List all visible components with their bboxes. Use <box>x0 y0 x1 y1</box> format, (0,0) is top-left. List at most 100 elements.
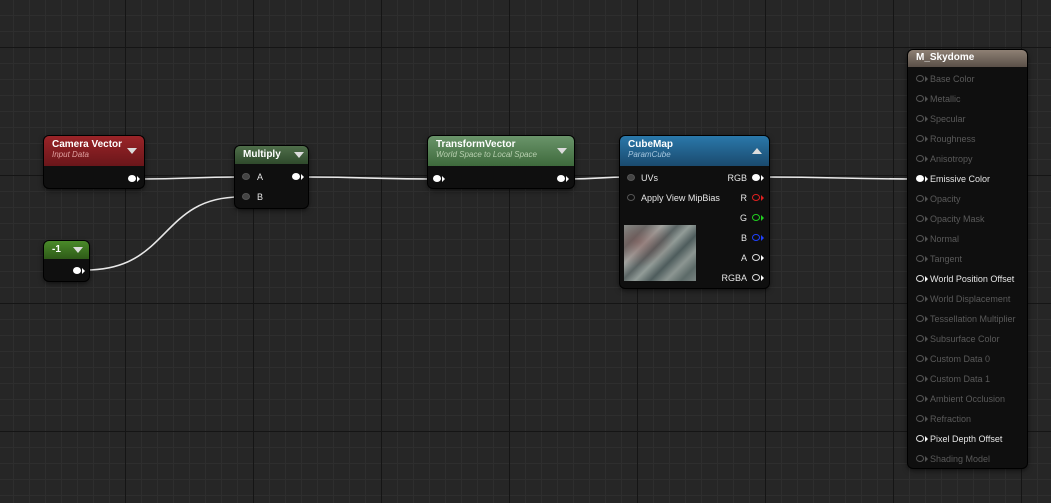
material-pin-label-opacity-mask: Opacity Mask <box>930 214 985 224</box>
material-pin-ambient-occlusion[interactable] <box>916 395 924 402</box>
material-pin-normal[interactable] <box>916 235 924 242</box>
input-arrow-icon <box>925 96 928 102</box>
input-arrow-icon <box>925 396 928 402</box>
cubemap-rgba-pin[interactable] <box>752 274 760 281</box>
multiply-node[interactable]: Multiply A B <box>235 146 308 208</box>
cubemap-b-pin[interactable] <box>752 234 760 241</box>
material-pin-custom-data-0[interactable] <box>916 355 924 362</box>
material-pin-specular[interactable] <box>916 115 924 122</box>
multiply-title: Multiply <box>243 149 281 160</box>
constant-value: -1 <box>52 244 61 255</box>
wire-constant-to-multiply-b <box>85 196 241 271</box>
constant-node[interactable]: -1 <box>44 241 89 281</box>
input-arrow-icon <box>925 236 928 242</box>
input-arrow-icon <box>925 376 928 382</box>
cubemap-mipbias-pin[interactable] <box>627 194 635 201</box>
transform-vector-input-pin[interactable] <box>433 175 441 182</box>
material-pin-subsurface-color[interactable] <box>916 335 924 342</box>
input-arrow-icon <box>925 276 928 282</box>
material-pin-label-base-color: Base Color <box>930 74 975 84</box>
transform-vector-header[interactable]: TransformVector World Space to Local Spa… <box>428 136 574 166</box>
transform-vector-subtitle: World Space to Local Space <box>436 150 537 159</box>
wire-cubemap-to-emissive <box>763 176 919 180</box>
connection-wires <box>85 176 919 271</box>
output-arrow-icon <box>761 235 764 241</box>
material-pin-label-opacity: Opacity <box>930 194 961 204</box>
material-pin-shading-model[interactable] <box>916 455 924 462</box>
material-pin-pixel-depth-offset[interactable] <box>916 435 924 442</box>
cubemap-subtitle: ParamCube <box>628 150 671 159</box>
camera-vector-title: Camera Vector <box>52 139 123 150</box>
cubemap-b-label: B <box>740 233 747 243</box>
cubemap-uvs-pin[interactable] <box>627 174 635 181</box>
material-pin-anisotropy[interactable] <box>916 155 924 162</box>
material-pin-refraction[interactable] <box>916 415 924 422</box>
material-pin-label-refraction: Refraction <box>930 414 972 424</box>
collapse-arrow-icon[interactable] <box>294 152 304 158</box>
material-pin-tessellation-multiplier[interactable] <box>916 315 924 322</box>
material-pin-label-world-position-offset: World Position Offset <box>930 274 1015 284</box>
wire-camera-to-multiply-a <box>140 176 241 180</box>
cubemap-node[interactable]: CubeMap ParamCube UVs Apply View MipBias… <box>620 136 769 288</box>
collapse-arrow-icon[interactable] <box>73 247 83 253</box>
input-arrow-icon <box>925 136 928 142</box>
collapse-arrow-icon[interactable] <box>557 148 567 154</box>
cubemap-a-label: A <box>740 253 747 263</box>
cubemap-r-pin[interactable] <box>752 194 760 201</box>
material-header[interactable]: M_Skydome <box>908 50 1027 67</box>
input-arrow-icon <box>925 176 928 182</box>
transform-vector-output-pin[interactable] <box>557 175 565 182</box>
material-pin-custom-data-1[interactable] <box>916 375 924 382</box>
input-arrow-icon <box>925 356 928 362</box>
cubemap-rgb-pin[interactable] <box>752 174 760 181</box>
material-pin-opacity[interactable] <box>916 195 924 202</box>
cubemap-header[interactable]: CubeMap ParamCube <box>620 136 769 166</box>
material-pin-label-anisotropy: Anisotropy <box>930 154 973 164</box>
material-pin-metallic[interactable] <box>916 95 924 102</box>
cubemap-mipbias-label: Apply View MipBias <box>641 193 720 203</box>
camera-vector-output-pin[interactable] <box>128 175 136 182</box>
material-pin-world-position-offset[interactable] <box>916 275 924 282</box>
material-pin-world-displacement[interactable] <box>916 295 924 302</box>
material-pin-tangent[interactable] <box>916 255 924 262</box>
input-arrow-icon <box>925 76 928 82</box>
collapse-arrow-icon[interactable] <box>127 148 137 154</box>
multiply-header[interactable]: Multiply <box>235 146 308 164</box>
multiply-input-a-pin[interactable] <box>242 173 250 180</box>
transform-vector-node[interactable]: TransformVector World Space to Local Spa… <box>428 136 574 188</box>
constant-header[interactable]: -1 <box>44 241 89 259</box>
cubemap-rgb-label: RGB <box>727 173 747 183</box>
cubemap-a-pin[interactable] <box>752 254 760 261</box>
wire-multiply-to-transform <box>304 176 433 180</box>
collapse-arrow-icon[interactable] <box>752 148 762 154</box>
camera-vector-subtitle: Input Data <box>52 150 89 159</box>
material-pin-opacity-mask[interactable] <box>916 215 924 222</box>
multiply-output-pin[interactable] <box>292 173 300 180</box>
input-arrow-icon <box>925 456 928 462</box>
output-arrow-icon <box>761 195 764 201</box>
camera-vector-node[interactable]: Camera Vector Input Data <box>44 136 144 188</box>
output-arrow-icon <box>761 275 764 281</box>
material-pin-base-color[interactable] <box>916 75 924 82</box>
material-pin-label-custom-data-1: Custom Data 1 <box>930 374 991 384</box>
output-arrow-icon <box>761 175 764 181</box>
material-pin-label-metallic: Metallic <box>930 94 961 104</box>
input-arrow-icon <box>925 196 928 202</box>
material-result-node[interactable]: M_Skydome Base Color Metallic Specular Roug… <box>908 50 1027 468</box>
output-arrow-icon <box>137 176 140 182</box>
cubemap-g-pin[interactable] <box>752 214 760 221</box>
input-arrow-icon <box>925 156 928 162</box>
input-arrow-icon <box>925 416 928 422</box>
material-pin-emissive-color[interactable] <box>916 175 924 182</box>
output-arrow-icon <box>82 268 85 274</box>
input-arrow-icon <box>925 256 928 262</box>
material-pin-label-tangent: Tangent <box>930 254 963 264</box>
material-pin-roughness[interactable] <box>916 135 924 142</box>
cubemap-title: CubeMap <box>628 139 673 150</box>
material-pin-label-ambient-occlusion: Ambient Occlusion <box>930 394 1006 404</box>
multiply-input-b-pin[interactable] <box>242 193 250 200</box>
camera-vector-header[interactable]: Camera Vector Input Data <box>44 136 144 166</box>
output-arrow-icon <box>301 174 304 180</box>
material-pin-label-world-displacement: World Displacement <box>930 294 1011 304</box>
constant-output-pin[interactable] <box>73 267 81 274</box>
